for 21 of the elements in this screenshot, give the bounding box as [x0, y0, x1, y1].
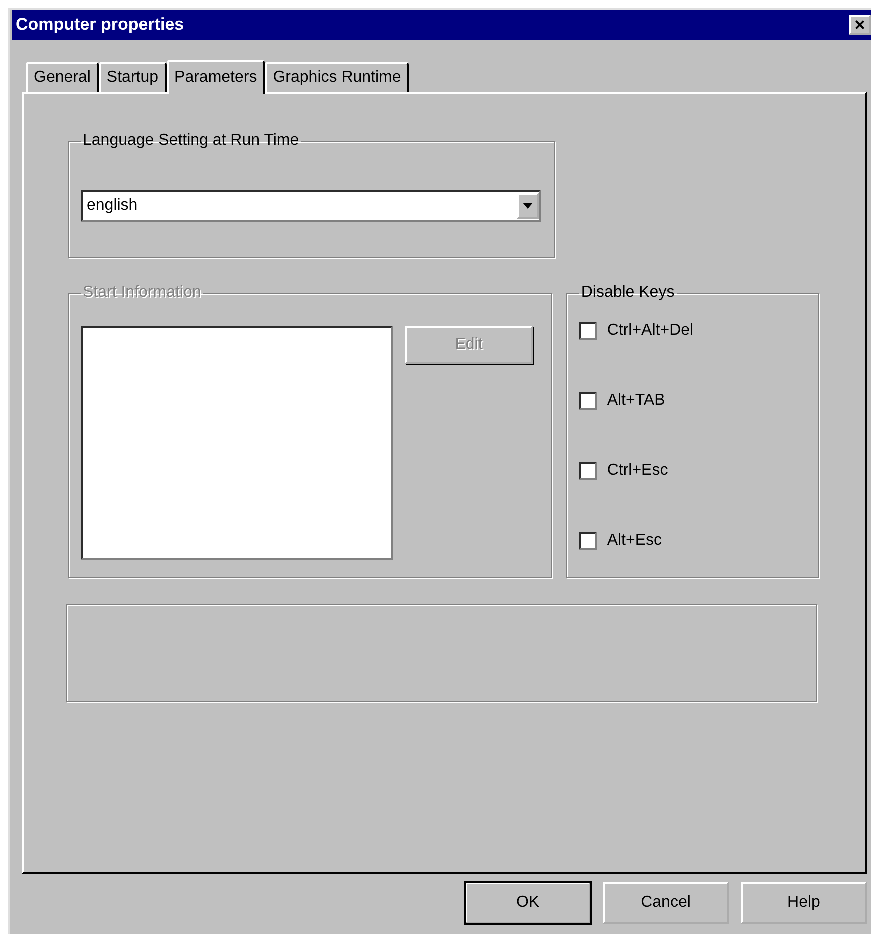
checkbox[interactable]	[579, 392, 598, 410]
checkbox-label: Ctrl+Esc	[607, 462, 668, 480]
dialog-button[interactable]: Help	[741, 882, 867, 924]
checkbox[interactable]	[579, 322, 598, 340]
tab[interactable]: Parameters	[166, 60, 266, 94]
dialog-button[interactable]: Cancel	[603, 882, 729, 924]
close-button[interactable]: ×	[849, 15, 871, 35]
window-title: Computer properties	[16, 15, 184, 35]
checkbox[interactable]	[579, 532, 598, 550]
tab[interactable]: Graphics Runtime	[265, 62, 410, 92]
tab[interactable]: General	[26, 62, 99, 92]
group-title: Disable Keys	[580, 284, 676, 302]
checkbox-label: Ctrl+Alt+Del	[607, 322, 694, 340]
language-dropdown[interactable]: english	[81, 190, 541, 222]
list-box[interactable]	[81, 326, 393, 560]
dialog-button[interactable]: OK	[465, 882, 591, 924]
tab[interactable]: Startup	[98, 62, 167, 92]
checkbox-label: Alt+Esc	[607, 532, 662, 550]
checkbox-label: Alt+TAB	[607, 392, 666, 410]
group-title: Language Setting at Run Time	[82, 132, 300, 150]
checkbox[interactable]	[579, 462, 598, 480]
